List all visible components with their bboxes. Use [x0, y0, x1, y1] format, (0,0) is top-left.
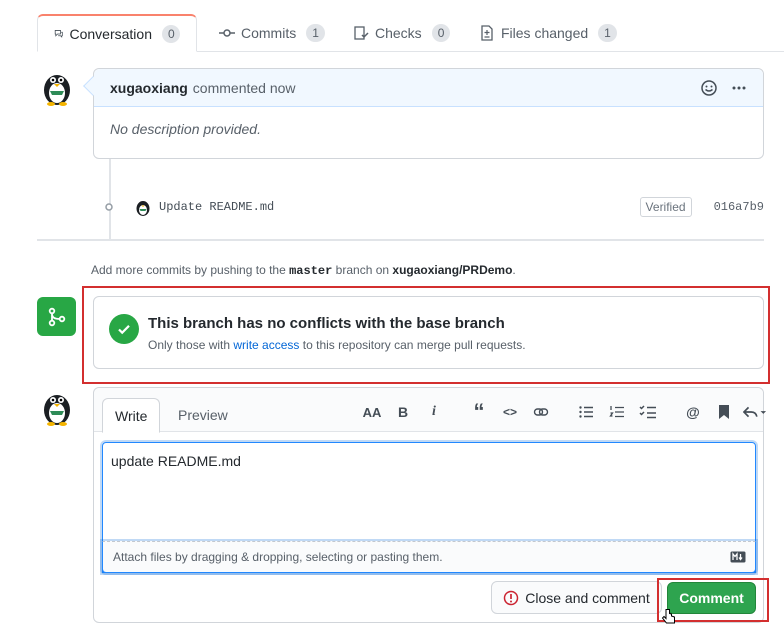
tab-count: 1: [306, 24, 325, 42]
avatar[interactable]: [37, 67, 77, 107]
task-list-icon: [639, 405, 656, 419]
bold-button[interactable]: B: [391, 402, 415, 422]
tab-conversation[interactable]: Conversation 0: [37, 14, 197, 52]
comment-time[interactable]: commented now: [193, 80, 296, 96]
link-button[interactable]: [529, 402, 553, 422]
close-and-comment-label: Close and comment: [525, 589, 650, 606]
bookmark-icon: [719, 405, 729, 419]
git-merge-icon: [37, 297, 76, 336]
tab-label: Commits: [241, 25, 297, 41]
pr-tabs: Conversation 0 Commits 1 Checks 0 Files …: [0, 0, 784, 52]
comment-body: No description provided.: [110, 121, 261, 137]
tab-commits[interactable]: Commits 1: [203, 14, 341, 52]
markdown-toolbar: AA B i “ <> @: [360, 399, 774, 424]
unordered-list-button[interactable]: [574, 402, 598, 422]
commit-row: Update README.md Verified 016a7b9: [103, 195, 764, 219]
tab-count: 0: [162, 24, 180, 43]
attach-files-bar[interactable]: Attach files by dragging & dropping, sel…: [102, 541, 756, 573]
tab-label: Checks: [375, 25, 422, 41]
repo-name: xugaoxiang/PRDemo: [392, 263, 513, 277]
attach-text: Attach files by dragging & dropping, sel…: [113, 550, 443, 564]
branch-name: master: [289, 264, 333, 278]
tab-files-changed[interactable]: Files changed 1: [463, 14, 633, 52]
comment-author[interactable]: xugaoxiang: [110, 80, 188, 96]
merge-highlight-box: [82, 286, 770, 384]
checklist-icon: [354, 26, 369, 40]
ordered-list-icon: [609, 406, 624, 418]
tab-count: 1: [598, 24, 617, 42]
code-button[interactable]: <>: [498, 402, 522, 422]
commit-icon: [105, 203, 113, 211]
commit-message[interactable]: Update README.md: [159, 200, 274, 214]
tab-label: Conversation: [69, 25, 153, 42]
kebab-horizontal-icon[interactable]: [731, 80, 747, 96]
avatar[interactable]: [37, 387, 77, 427]
ordered-list-button[interactable]: [605, 402, 629, 422]
comment-actions: [701, 79, 747, 96]
heading-button[interactable]: AA: [360, 402, 384, 422]
commit-sha[interactable]: 016a7b9: [714, 200, 764, 214]
smiley-icon[interactable]: [701, 79, 717, 96]
italic-button[interactable]: i: [422, 402, 446, 422]
task-list-button[interactable]: [636, 402, 660, 422]
commit-icon: [219, 29, 235, 37]
unordered-list-icon: [579, 406, 593, 418]
note-suffix: .: [512, 263, 516, 277]
issue-closed-icon: [503, 590, 519, 605]
tab-preview[interactable]: Preview: [166, 398, 240, 433]
tab-checks[interactable]: Checks 0: [337, 14, 466, 52]
timeline-divider: [37, 239, 764, 241]
pr-description-comment: xugaoxiang commented now No description …: [83, 68, 764, 159]
file-diff-icon: [481, 25, 493, 41]
reference-button[interactable]: [712, 402, 736, 422]
close-and-comment-button[interactable]: Close and comment: [491, 581, 662, 614]
mention-button[interactable]: @: [681, 402, 705, 422]
verified-badge[interactable]: Verified: [639, 197, 692, 217]
tab-write[interactable]: Write: [102, 398, 161, 433]
tab-count: 0: [431, 24, 451, 42]
reply-button[interactable]: [743, 402, 767, 422]
comment-header: xugaoxiang commented now: [94, 69, 763, 107]
tab-label: Files changed: [501, 25, 589, 41]
note-mid: branch on: [335, 263, 390, 277]
editor-header: Write Preview AA B i “ <> @: [94, 388, 767, 433]
push-note: Add more commits by pushing to the maste…: [91, 263, 516, 278]
hand-cursor-icon: [661, 609, 675, 624]
conversation-icon: [54, 29, 63, 38]
reply-icon: [743, 406, 767, 418]
markdown-icon[interactable]: [730, 551, 746, 563]
link-icon: [533, 408, 549, 416]
commit-avatar[interactable]: [133, 197, 153, 217]
quote-button[interactable]: “: [467, 399, 491, 424]
note-prefix: Add more commits by pushing to the: [91, 263, 286, 277]
